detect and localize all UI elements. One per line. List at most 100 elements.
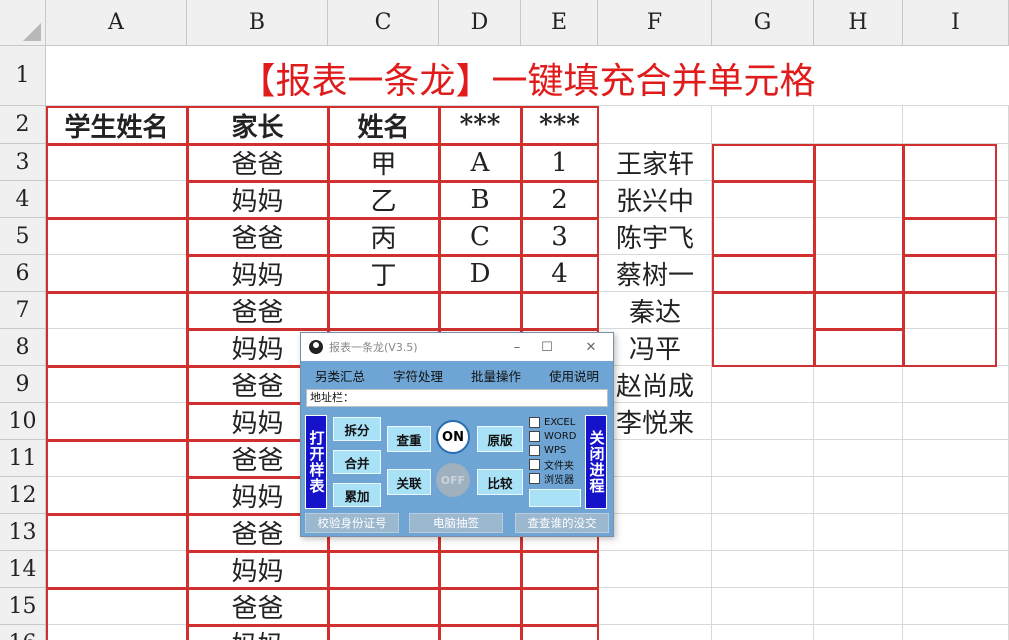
compare-button[interactable]: 比较 <box>477 469 523 495</box>
cell[interactable] <box>903 366 1009 403</box>
column-header-a[interactable]: A <box>46 0 187 46</box>
row-header-3[interactable]: 3 <box>0 144 46 181</box>
column-header-c[interactable]: C <box>328 0 439 46</box>
cell[interactable] <box>814 403 903 440</box>
cell[interactable] <box>903 625 1009 640</box>
column-header-f[interactable]: F <box>598 0 712 46</box>
cell-border <box>903 144 997 219</box>
dialog-titlebar[interactable]: 报表一条龙(V3.5) – ☐ ✕ <box>301 333 613 361</box>
accumulate-button[interactable]: 累加 <box>333 483 381 507</box>
cell[interactable] <box>712 366 814 403</box>
cell[interactable] <box>598 551 712 588</box>
original-button[interactable]: 原版 <box>477 426 523 452</box>
cell[interactable] <box>903 106 1009 144</box>
cell[interactable] <box>814 440 903 477</box>
cell[interactable] <box>712 440 814 477</box>
checkbox-icon[interactable] <box>529 473 540 484</box>
cell[interactable] <box>712 106 814 144</box>
menu-instructions[interactable]: 使用说明 <box>549 366 599 385</box>
row-header-1[interactable]: 1 <box>0 46 46 106</box>
column-header-b[interactable]: B <box>187 0 328 46</box>
check-folder[interactable]: 文件夹 <box>529 458 574 472</box>
menu-text-processing[interactable]: 字符处理 <box>393 366 443 385</box>
cell[interactable] <box>903 588 1009 625</box>
spreadsheet[interactable]: ABCDEFGHI 12345678910111213141516 【报表一条龙… <box>0 0 1009 640</box>
cell[interactable] <box>903 551 1009 588</box>
cell[interactable] <box>712 403 814 440</box>
cell[interactable] <box>814 551 903 588</box>
address-field[interactable]: 地址栏： <box>306 389 608 407</box>
row-header-12[interactable]: 12 <box>0 477 46 514</box>
minimize-button[interactable]: – <box>506 337 528 357</box>
cell[interactable] <box>712 588 814 625</box>
row-header-11[interactable]: 11 <box>0 440 46 477</box>
cell[interactable] <box>598 588 712 625</box>
row-header-13[interactable]: 13 <box>0 514 46 551</box>
verify-id-button[interactable]: 校验身份证号 <box>305 513 399 533</box>
close-process-button[interactable]: 关闭进程 <box>585 415 607 509</box>
row-header-16[interactable]: 16 <box>0 625 46 640</box>
checkbox-icon[interactable] <box>529 431 540 442</box>
menu-alt-summary[interactable]: 另类汇总 <box>315 366 365 385</box>
on-toggle[interactable]: ON <box>436 420 470 454</box>
cell[interactable] <box>903 477 1009 514</box>
off-toggle[interactable]: OFF <box>436 463 470 497</box>
check-wps[interactable]: WPS <box>529 444 566 457</box>
cell[interactable] <box>814 106 903 144</box>
column-header-d[interactable]: D <box>439 0 521 46</box>
row-header-10[interactable]: 10 <box>0 403 46 440</box>
cell[interactable] <box>598 106 712 144</box>
blank-button[interactable] <box>529 489 581 507</box>
cell[interactable] <box>814 514 903 551</box>
cell[interactable] <box>903 403 1009 440</box>
cell[interactable] <box>903 514 1009 551</box>
cell[interactable] <box>712 551 814 588</box>
check-word[interactable]: WORD <box>529 430 576 443</box>
cell[interactable] <box>598 440 712 477</box>
link-button[interactable]: 关联 <box>387 469 431 495</box>
cell-border <box>439 588 522 626</box>
cell[interactable] <box>598 477 712 514</box>
cell-border <box>328 551 440 589</box>
lookup-button[interactable]: 查重 <box>387 426 431 452</box>
maximize-button[interactable]: ☐ <box>536 337 558 357</box>
row-header-8[interactable]: 8 <box>0 329 46 366</box>
column-header-e[interactable]: E <box>521 0 598 46</box>
computer-lottery-button[interactable]: 电脑抽签 <box>409 513 503 533</box>
cell[interactable] <box>712 477 814 514</box>
row-header-2[interactable]: 2 <box>0 106 46 144</box>
report-tool-dialog[interactable]: 报表一条龙(V3.5) – ☐ ✕ 另类汇总 字符处理 批量操作 使用说明 地址… <box>300 332 614 537</box>
row-header-4[interactable]: 4 <box>0 181 46 218</box>
parent-cell: 爸爸 <box>231 298 284 328</box>
column-header-h[interactable]: H <box>814 0 903 46</box>
checkbox-icon[interactable] <box>529 417 540 428</box>
checkbox-icon[interactable] <box>529 445 540 456</box>
who-not-submitted-button[interactable]: 查查谁的没交 <box>515 513 609 533</box>
row-header-9[interactable]: 9 <box>0 366 46 403</box>
column-header-i[interactable]: I <box>903 0 1009 46</box>
row-header-7[interactable]: 7 <box>0 292 46 329</box>
menu-batch-ops[interactable]: 批量操作 <box>471 366 521 385</box>
check-browser[interactable]: 浏览器 <box>529 472 574 486</box>
cell[interactable] <box>814 477 903 514</box>
row-header-6[interactable]: 6 <box>0 255 46 292</box>
row-header-14[interactable]: 14 <box>0 551 46 588</box>
cell[interactable] <box>903 440 1009 477</box>
cell[interactable] <box>814 588 903 625</box>
check-excel[interactable]: EXCEL <box>529 416 575 429</box>
split-button[interactable]: 拆分 <box>333 417 381 441</box>
checkbox-icon[interactable] <box>529 459 540 470</box>
row-header-5[interactable]: 5 <box>0 218 46 255</box>
column-header-g[interactable]: G <box>712 0 814 46</box>
close-button[interactable]: ✕ <box>580 337 602 357</box>
open-sample-button[interactable]: 打开样表 <box>305 415 327 509</box>
cell[interactable] <box>814 625 903 640</box>
cell[interactable] <box>712 625 814 640</box>
row-header-15[interactable]: 15 <box>0 588 46 625</box>
cell[interactable] <box>598 625 712 640</box>
merge-button[interactable]: 合并 <box>333 450 381 474</box>
select-all-corner[interactable] <box>0 0 46 46</box>
cell[interactable] <box>712 514 814 551</box>
cell[interactable] <box>598 514 712 551</box>
cell[interactable] <box>814 366 903 403</box>
